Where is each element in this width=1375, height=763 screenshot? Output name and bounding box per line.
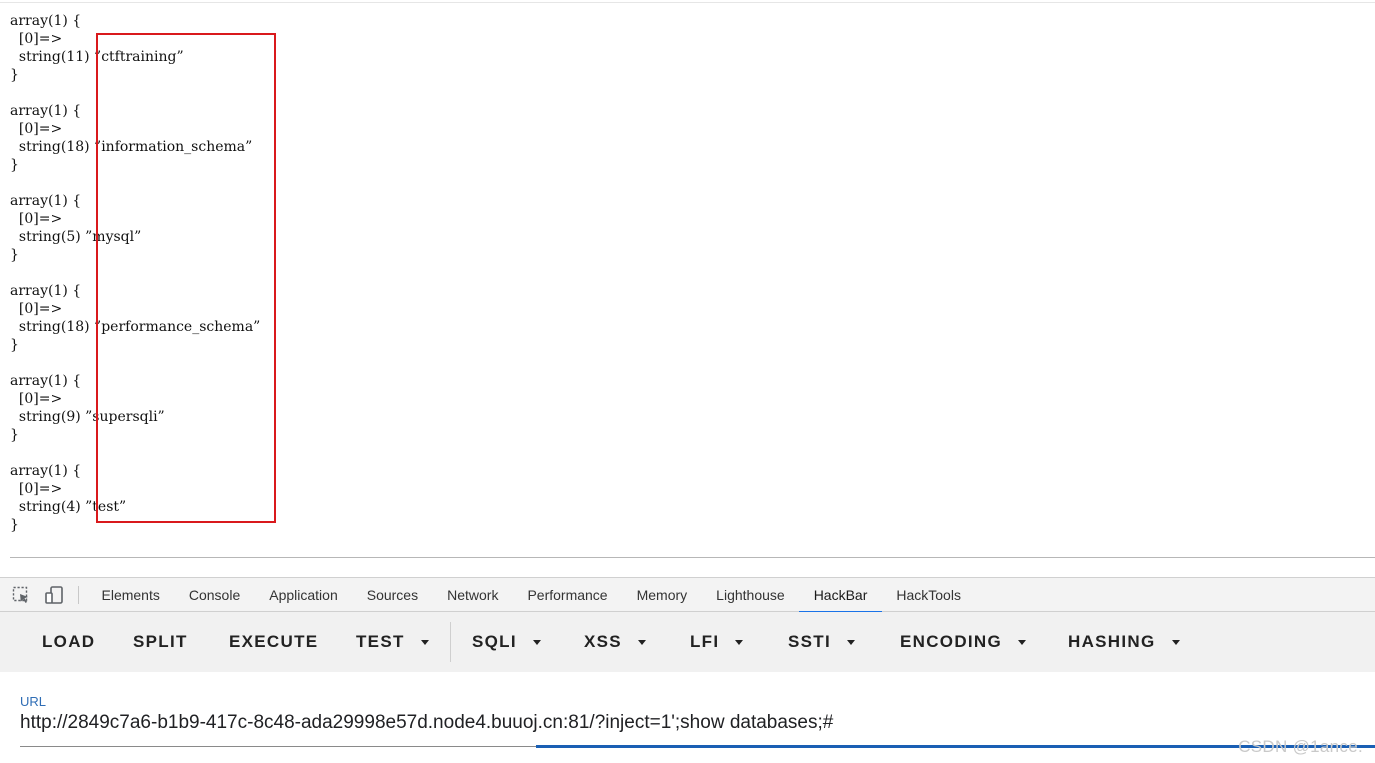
chevron-down-icon bbox=[1171, 639, 1180, 645]
url-input[interactable]: http://2849c7a6-b1b9-417c-8c48-ada29998e… bbox=[20, 712, 1360, 734]
devtools-tabs: Elements Console Application Sources Net… bbox=[87, 578, 976, 613]
array-block-4: array(1) { [0]=> string(9) ”supersqli”} bbox=[10, 373, 165, 443]
url-label: URL bbox=[20, 694, 47, 709]
toolbar-divider bbox=[450, 622, 451, 662]
tab-application[interactable]: Application bbox=[255, 578, 353, 612]
sqli-dropdown-button[interactable]: SQLI bbox=[472, 612, 541, 672]
tab-hacktools[interactable]: HackTools bbox=[882, 578, 976, 612]
hashing-dropdown-button[interactable]: HASHING bbox=[1068, 612, 1180, 672]
toolbar-separator bbox=[78, 586, 79, 604]
tab-network[interactable]: Network bbox=[433, 578, 513, 612]
array-block-5: array(1) { [0]=> string(4) ”test”} bbox=[10, 463, 127, 533]
test-dropdown-button[interactable]: TEST bbox=[356, 612, 429, 672]
page-output: array(1) { [0]=> string(11) ”ctftraining… bbox=[0, 0, 1375, 560]
horizontal-rule bbox=[10, 557, 1375, 558]
encoding-dropdown-button[interactable]: ENCODING bbox=[900, 612, 1027, 672]
var-dump-output: array(1) { [0]=> string(11) ”ctftraining… bbox=[10, 12, 260, 534]
array-block-1: array(1) { [0]=> string(18) ”information… bbox=[10, 103, 253, 173]
chevron-down-icon bbox=[1018, 639, 1027, 645]
devtools-tabbar: Elements Console Application Sources Net… bbox=[0, 577, 1375, 613]
url-field-container: URL http://2849c7a6-b1b9-417c-8c48-ada29… bbox=[0, 672, 1375, 763]
chevron-down-icon bbox=[532, 639, 541, 645]
chevron-down-icon bbox=[847, 639, 855, 645]
tab-lighthouse[interactable]: Lighthouse bbox=[702, 578, 800, 612]
execute-button[interactable]: EXECUTE bbox=[229, 612, 318, 672]
array-block-0: array(1) { [0]=> string(11) ”ctftraining… bbox=[10, 13, 184, 83]
chevron-down-icon bbox=[735, 639, 744, 645]
split-button[interactable]: SPLIT bbox=[133, 612, 188, 672]
devtools-panel: Elements Console Application Sources Net… bbox=[0, 577, 1375, 763]
lfi-dropdown-button[interactable]: LFI bbox=[690, 612, 744, 672]
ssti-dropdown-button[interactable]: SSTI bbox=[788, 612, 855, 672]
xss-dropdown-button[interactable]: XSS bbox=[584, 612, 646, 672]
cursor-select-icon[interactable] bbox=[10, 585, 32, 605]
device-toolbar-icon[interactable] bbox=[43, 585, 65, 605]
top-divider bbox=[0, 2, 1375, 3]
array-block-3: array(1) { [0]=> string(18) ”performance… bbox=[10, 283, 261, 353]
tab-memory[interactable]: Memory bbox=[622, 578, 702, 612]
chevron-down-icon bbox=[420, 639, 429, 645]
tab-console[interactable]: Console bbox=[174, 578, 254, 612]
load-button[interactable]: LOAD bbox=[42, 612, 95, 672]
tab-elements[interactable]: Elements bbox=[87, 578, 174, 612]
array-block-2: array(1) { [0]=> string(5) ”mysql”} bbox=[10, 193, 142, 263]
chevron-down-icon bbox=[637, 639, 646, 645]
tab-performance[interactable]: Performance bbox=[513, 578, 622, 612]
watermark: CSDN @1ance. bbox=[1238, 737, 1363, 756]
hackbar-toolbar: LOAD SPLIT EXECUTE TEST SQLI XSS LFI SST… bbox=[0, 612, 1375, 672]
tab-sources[interactable]: Sources bbox=[352, 578, 432, 612]
tab-hackbar[interactable]: HackBar bbox=[799, 578, 882, 613]
